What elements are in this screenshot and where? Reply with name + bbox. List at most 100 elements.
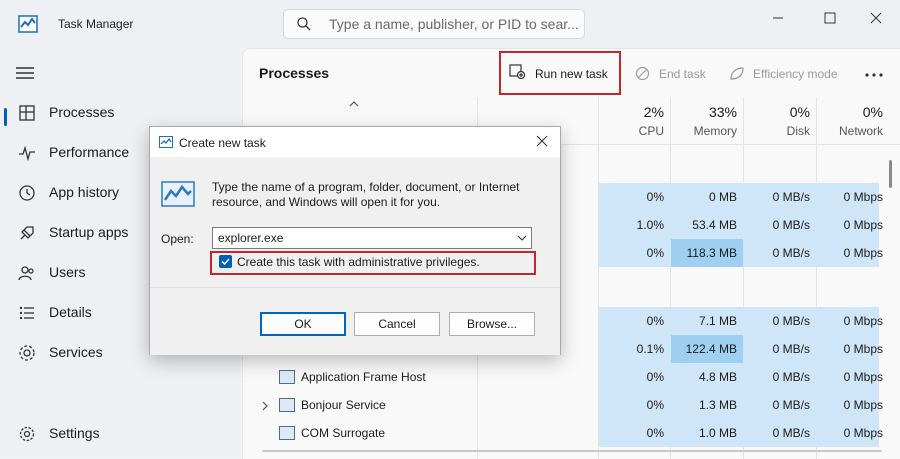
startup-apps-icon [20, 226, 34, 240]
close-icon[interactable] [536, 135, 548, 147]
chevron-down-icon[interactable] [517, 235, 527, 241]
sidebar-item-settings[interactable]: Settings [0, 414, 236, 452]
process-name: COM Surrogate [301, 426, 386, 440]
disk-cell: 0 MB/s [772, 426, 810, 440]
memory-cell: 4.8 MB [698, 370, 737, 384]
network-cell: 0 Mbps [843, 218, 883, 232]
hamburger-menu-icon[interactable] [16, 67, 34, 79]
admin-checkbox-label[interactable]: Create this task with administrative pri… [237, 255, 480, 269]
cpu-total: 2% [643, 104, 664, 120]
sidebar-item-label: Performance [49, 144, 130, 160]
column-header-cpu[interactable]: 2% CPU [599, 104, 664, 138]
browse-button[interactable]: Browse... [449, 312, 535, 336]
column-name: Network [838, 124, 883, 138]
run-program-icon [161, 181, 195, 207]
column-header-network[interactable]: 0% Network [817, 104, 883, 138]
efficiency-mode-icon [730, 67, 744, 80]
sidebar-item-label: Users [49, 264, 86, 280]
disk-cell: 0 MB/s [772, 246, 810, 260]
cpu-cell: 0% [646, 370, 664, 384]
memory-cell: 7.1 MB [698, 314, 737, 328]
cpu-cell: 0% [646, 426, 664, 440]
disk-cell: 0 MB/s [772, 314, 810, 328]
run-new-task-button[interactable]: Run new task [535, 67, 608, 81]
memory-cell: 122.4 MB [685, 342, 737, 356]
sidebar-item-label: Startup apps [49, 224, 129, 240]
app-history-icon [19, 185, 35, 201]
dialog-message: Type the name of a program, folder, docu… [212, 180, 520, 209]
processes-icon [19, 105, 35, 121]
run-new-task-icon [509, 64, 525, 79]
maximize-icon[interactable] [820, 8, 840, 28]
create-new-task-dialog: Create new task Type the name of a progr… [149, 126, 561, 355]
sidebar-item-label: Services [49, 344, 103, 360]
dialog-title-bar: Create new task [150, 127, 560, 157]
open-combobox[interactable]: explorer.exe [212, 227, 532, 249]
users-icon [18, 266, 34, 281]
title-bar: Task Manager Type a name, publisher, or … [0, 0, 900, 48]
memory-cell: 53.4 MB [692, 218, 737, 232]
task-manager-icon [18, 15, 38, 33]
horizontal-scrollbar[interactable] [262, 450, 882, 452]
sort-ascending-icon[interactable] [349, 101, 359, 107]
cpu-cell: 0% [646, 190, 664, 204]
open-input-value[interactable]: explorer.exe [218, 231, 283, 245]
search-box[interactable]: Type a name, publisher, or PID to sear..… [283, 9, 585, 39]
cpu-cell: 1.0% [636, 218, 664, 232]
memory-cell: 1.0 MB [698, 426, 737, 440]
cpu-cell: 0% [646, 246, 664, 260]
table-row[interactable]: Application Frame Host 0% 4.8 MB 0 MB/s … [243, 363, 883, 391]
close-icon[interactable] [866, 8, 886, 28]
network-cell: 0 Mbps [843, 342, 883, 356]
network-cell: 0 Mbps [843, 246, 883, 260]
details-icon [19, 306, 34, 320]
sidebar-item-label: App history [49, 184, 120, 200]
vertical-scrollbar[interactable] [889, 160, 892, 188]
settings-icon [19, 426, 35, 442]
column-name: Disk [786, 124, 810, 138]
end-task-button[interactable]: End task [659, 67, 706, 81]
open-label: Open: [161, 232, 194, 246]
column-header-memory[interactable]: 33% Memory [671, 104, 737, 138]
more-options-icon[interactable] [865, 73, 883, 77]
cancel-button[interactable]: Cancel [354, 312, 440, 336]
column-header-disk[interactable]: 0% Disk [744, 104, 810, 138]
cpu-cell: 0% [646, 314, 664, 328]
network-cell: 0 Mbps [843, 190, 883, 204]
dialog-title: Create new task [179, 136, 266, 150]
bonjour-service-icon [279, 398, 295, 412]
cpu-cell: 0% [646, 398, 664, 412]
end-task-icon [635, 66, 650, 81]
network-cell: 0 Mbps [843, 314, 883, 328]
network-cell: 0 Mbps [843, 370, 883, 384]
memory-total: 33% [708, 104, 737, 120]
sidebar-item-label: Settings [49, 425, 100, 441]
process-name: Application Frame Host [301, 370, 426, 384]
column-name: Memory [693, 124, 737, 138]
page-title: Processes [259, 65, 330, 81]
efficiency-mode-button[interactable]: Efficiency mode [753, 67, 838, 81]
search-placeholder: Type a name, publisher, or PID to sear..… [329, 16, 579, 32]
memory-cell: 118.3 MB [686, 246, 737, 260]
disk-cell: 0 MB/s [772, 398, 810, 412]
network-total: 0% [862, 104, 883, 120]
memory-cell: 0 MB [708, 190, 737, 204]
ok-button[interactable]: OK [260, 312, 346, 336]
com-surrogate-icon [279, 426, 295, 440]
disk-cell: 0 MB/s [772, 218, 810, 232]
admin-checkbox[interactable] [219, 255, 232, 268]
process-name: Bonjour Service [301, 398, 386, 412]
disk-total: 0% [789, 104, 810, 120]
network-cell: 0 Mbps [843, 426, 883, 440]
application-frame-host-icon [279, 370, 295, 384]
minimize-icon[interactable] [768, 8, 788, 28]
performance-icon [19, 145, 35, 162]
network-cell: 0 Mbps [843, 398, 883, 412]
sidebar-item-label: Processes [49, 104, 115, 120]
table-row[interactable]: Bonjour Service 0% 1.3 MB 0 MB/s 0 Mbps [243, 391, 883, 419]
table-row[interactable]: COM Surrogate 0% 1.0 MB 0 MB/s 0 Mbps [243, 419, 883, 447]
search-icon [297, 17, 311, 31]
expand-chevron-icon[interactable] [261, 401, 269, 411]
services-icon [19, 345, 35, 361]
cpu-cell: 0.1% [636, 342, 664, 356]
